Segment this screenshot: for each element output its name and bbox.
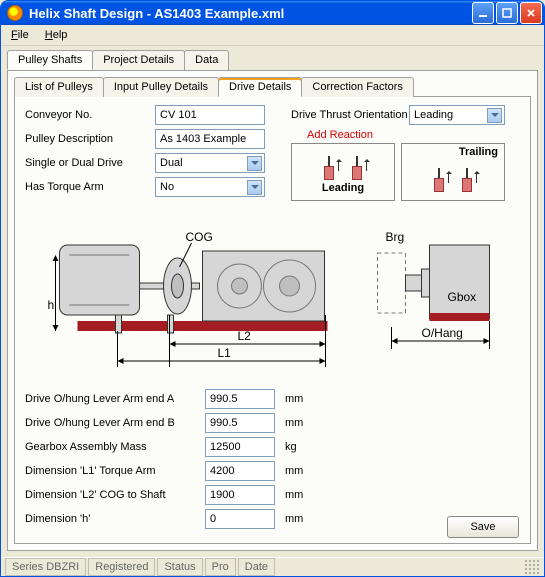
tab-project-details[interactable]: Project Details [92, 50, 185, 70]
resize-grip-icon[interactable] [524, 559, 540, 575]
minimize-button[interactable] [472, 2, 494, 24]
mass-input[interactable] [205, 437, 275, 457]
tab-input-pulley-details[interactable]: Input Pulley Details [103, 77, 219, 97]
conveyor-no-label: Conveyor No. [25, 109, 155, 121]
chevron-down-icon [247, 180, 262, 195]
add-reaction-label: Add Reaction [307, 129, 520, 141]
single-dual-label: Single or Dual Drive [25, 157, 155, 169]
pulley-desc-label: Pulley Description [25, 133, 155, 145]
l2-unit: mm [285, 489, 315, 501]
pulley-desc-input[interactable] [155, 129, 265, 149]
torque-arm-label: Has Torque Arm [25, 181, 155, 193]
l1-input[interactable] [205, 461, 275, 481]
application-window: Helix Shaft Design - AS1403 Example.xml … [0, 0, 545, 577]
lever-a-input[interactable] [205, 389, 275, 409]
status-pro: Pro [205, 558, 236, 576]
app-icon [7, 5, 23, 21]
titlebar[interactable]: Helix Shaft Design - AS1403 Example.xml [1, 1, 544, 25]
menubar: File Help [1, 25, 544, 46]
lever-a-unit: mm [285, 393, 315, 405]
close-button[interactable] [520, 2, 542, 24]
status-series: Series DBZRI [5, 558, 86, 576]
lever-b-input[interactable] [205, 413, 275, 433]
reaction-leading-box[interactable]: Leading [291, 143, 395, 201]
menu-file[interactable]: File [11, 29, 29, 41]
tab-correction-factors[interactable]: Correction Factors [301, 77, 413, 97]
single-dual-value: Dual [160, 157, 183, 169]
h-label: Dimension 'h' [25, 513, 205, 525]
conveyor-no-input[interactable] [155, 105, 265, 125]
lever-a-label: Drive O/hung Lever Arm end A [25, 393, 205, 405]
l2-label: L2 [238, 329, 252, 343]
leading-caption: Leading [322, 182, 364, 194]
mass-unit: kg [285, 441, 315, 453]
tab-list-of-pulleys[interactable]: List of Pulleys [14, 77, 104, 97]
h-unit: mm [285, 513, 315, 525]
torque-arm-value: No [160, 181, 174, 193]
reaction-trailing-box[interactable]: Trailing [401, 143, 505, 201]
mass-label: Gearbox Assembly Mass [25, 441, 205, 453]
l1-label: L1 [218, 346, 232, 360]
save-button[interactable]: Save [447, 516, 519, 538]
h-label: h [48, 298, 55, 312]
drive-details-panel: Conveyor No. Pulley Description Single o… [14, 96, 531, 544]
chevron-down-icon [247, 156, 262, 171]
brg-label: Brg [386, 230, 405, 244]
status-registered: Registered [88, 558, 155, 576]
l1-label: Dimension 'L1' Torque Arm [25, 465, 205, 477]
pulley-icon [350, 150, 364, 180]
chevron-down-icon [487, 108, 502, 123]
l2-label: Dimension 'L2' COG to Shaft [25, 489, 205, 501]
tab-pulley-shafts[interactable]: Pulley Shafts [7, 50, 93, 70]
dimension-fields: Drive O/hung Lever Arm end A mm Drive O/… [25, 389, 520, 529]
inner-tabstrip: List of Pulleys Input Pulley Details Dri… [14, 77, 531, 97]
lever-b-unit: mm [285, 417, 315, 429]
thrust-select[interactable]: Leading [409, 105, 505, 125]
statusbar: Series DBZRI Registered Status Pro Date [1, 557, 544, 576]
outer-tab-panel: List of Pulleys Input Pulley Details Dri… [7, 70, 538, 551]
trailing-caption: Trailing [459, 146, 498, 158]
gbox-label: Gbox [448, 290, 477, 304]
tab-data[interactable]: Data [184, 50, 229, 70]
pulley-icon [460, 162, 474, 192]
drive-diagram: COG h L2 [25, 209, 520, 379]
lever-b-label: Drive O/hung Lever Arm end B [25, 417, 205, 429]
l2-input[interactable] [205, 485, 275, 505]
h-input[interactable] [205, 509, 275, 529]
l1-unit: mm [285, 465, 315, 477]
status-status: Status [157, 558, 202, 576]
ohang-label: O/Hang [422, 326, 463, 340]
tab-drive-details[interactable]: Drive Details [218, 77, 302, 97]
outer-tabstrip: Pulley Shafts Project Details Data [1, 46, 544, 70]
cog-label: COG [186, 230, 213, 244]
window-title: Helix Shaft Design - AS1403 Example.xml [29, 6, 472, 21]
status-date: Date [238, 558, 275, 576]
thrust-label: Drive Thrust Orientation [291, 109, 409, 121]
pulley-icon [322, 150, 336, 180]
torque-arm-select[interactable]: No [155, 177, 265, 197]
menu-help[interactable]: Help [45, 29, 68, 41]
maximize-button[interactable] [496, 2, 518, 24]
thrust-value: Leading [414, 109, 453, 121]
pulley-icon [432, 162, 446, 192]
single-dual-select[interactable]: Dual [155, 153, 265, 173]
